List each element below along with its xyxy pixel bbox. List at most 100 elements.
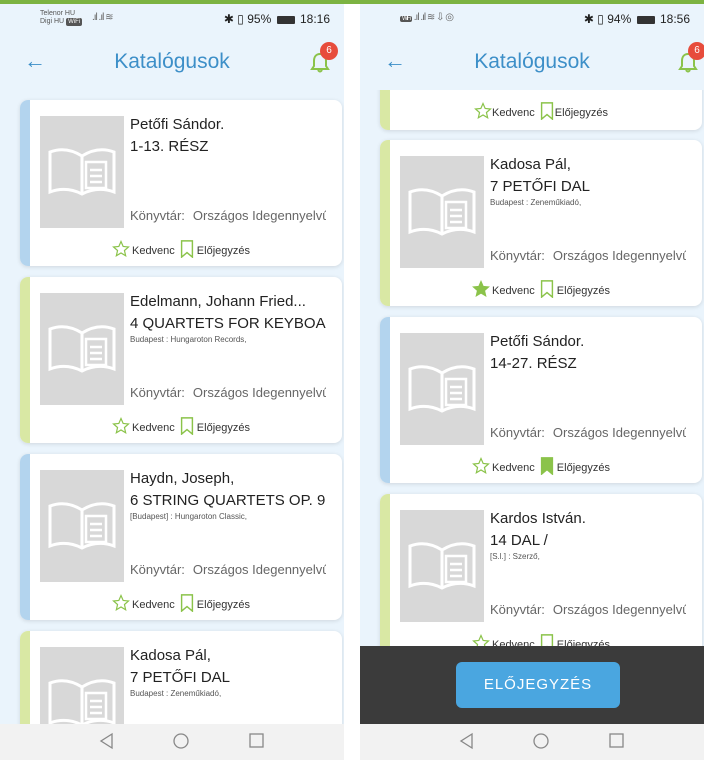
- card-publisher: Budapest : Hungaroton Records,: [130, 335, 247, 344]
- card-author: Haydn, Joseph,: [130, 470, 235, 487]
- card-publisher: [Budapest] : Hungaroton Classic,: [130, 512, 247, 521]
- reserve-button[interactable]: ELŐJEGYZÉS: [456, 662, 620, 708]
- card-publisher: Budapest : Zeneműkiadó,: [490, 198, 582, 207]
- signal-icon: .ıl .ıl ≋: [92, 12, 113, 23]
- library-value: Országos Idegennyelvű: [192, 562, 326, 577]
- catalog-list[interactable]: Kedvenc Előjegyzés Kadosa Pál, 7 PETŐFI DAL…: [360, 90, 704, 724]
- favorite-button[interactable]: Kedvenc: [112, 240, 175, 261]
- catalog-card[interactable]: Kardos István. 14 DAL / [S.l.] : Szerző, Kö…: [380, 494, 702, 660]
- app-bar: ← Katalógusok 6: [360, 32, 704, 90]
- reserve-label: Előjegyzés: [196, 244, 250, 257]
- nav-home-icon[interactable]: [532, 732, 550, 755]
- favorite-button[interactable]: Kedvenc: [474, 102, 535, 123]
- card-author: Kardos István.: [490, 510, 586, 527]
- notification-badge: 6: [320, 42, 338, 60]
- reserve-toggle[interactable]: Előjegyzés: [179, 240, 250, 261]
- nav-back-icon[interactable]: [98, 732, 114, 755]
- battery-percent: 94%: [607, 12, 632, 26]
- catalog-card[interactable]: Petőfi Sándor. 14-27. RÉSZ Könyvtár: Ország…: [380, 317, 702, 483]
- wifi-calling-icon: WiFi: [66, 18, 83, 26]
- nav-home-icon[interactable]: [172, 732, 190, 755]
- catalog-card[interactable]: Kadosa Pál, 7 PETŐFI DAL Budapest : Zenemű…: [20, 631, 342, 724]
- star-icon: [474, 102, 492, 123]
- library-label: Könyvtár:: [130, 385, 185, 400]
- battery-icon: [636, 15, 655, 24]
- book-cover-placeholder: [400, 510, 484, 622]
- favorite-button[interactable]: Kedvenc: [112, 417, 175, 438]
- clock: 18:56: [659, 12, 690, 26]
- favorite-label: Kedvenc: [131, 421, 175, 434]
- library-value: Országos Idegennyelvű: [552, 248, 686, 263]
- nav-recents-icon[interactable]: [248, 732, 264, 755]
- status-right: ✱ ▯ 95% 18:16: [224, 12, 330, 26]
- book-cover-placeholder: [40, 647, 124, 724]
- card-publisher: Budapest : Zeneműkiadó,: [130, 689, 222, 698]
- card-library: Könyvtár: Országos Idegennyelvű: [130, 208, 326, 223]
- notifications-bell-icon[interactable]: 6: [678, 42, 704, 74]
- library-label: Könyvtár:: [490, 602, 545, 617]
- reserve-toggle[interactable]: Előjegyzés: [539, 280, 610, 301]
- catalog-card[interactable]: Haydn, Joseph, 6 STRING QUARTETS OP. 9 [Bu…: [20, 454, 342, 620]
- reserve-toggle[interactable]: Előjegyzés: [179, 594, 250, 615]
- bluetooth-icon: ✱: [223, 12, 234, 26]
- page-title: Katalógusok: [114, 50, 230, 73]
- favorite-button[interactable]: Kedvenc: [112, 594, 175, 615]
- action-sheet: ELŐJEGYZÉS: [360, 646, 704, 724]
- library-label: Könyvtár:: [130, 208, 185, 223]
- catalog-list[interactable]: Petőfi Sándor. 1-13. RÉSZ Könyvtár: Országo…: [0, 90, 344, 724]
- card-actions: Kedvenc Előjegyzés: [20, 594, 342, 615]
- vibrate-icon: ▯: [597, 12, 604, 26]
- catalog-card[interactable]: Petőfi Sándor. 1-13. RÉSZ Könyvtár: Országo…: [20, 100, 342, 266]
- catalog-card-partial[interactable]: Kedvenc Előjegyzés: [380, 90, 702, 130]
- star-icon: [472, 457, 492, 478]
- library-value: Országos Idegennyelvű: [192, 208, 326, 223]
- card-title: 1-13. RÉSZ: [130, 138, 209, 155]
- favorite-label: Kedvenc: [131, 598, 175, 611]
- card-library: Könyvtár: Országos Idegennyelvű: [130, 562, 326, 577]
- reserve-toggle[interactable]: Előjegyzés: [539, 457, 610, 478]
- catalog-card[interactable]: Kadosa Pál, 7 PETŐFI DAL Budapest : Zenemű…: [380, 140, 702, 306]
- reserve-toggle[interactable]: Előjegyzés: [539, 102, 608, 123]
- card-publisher: [S.l.] : Szerző,: [490, 552, 540, 561]
- star-icon: [112, 594, 132, 615]
- reserve-label: Előjegyzés: [196, 421, 250, 434]
- reserve-label: Előjegyzés: [556, 284, 610, 297]
- card-author: Kadosa Pál,: [130, 647, 211, 664]
- operator-2: Digi HU: [40, 18, 65, 25]
- nav-back-icon[interactable]: [458, 732, 474, 755]
- reserve-label: Előjegyzés: [554, 106, 608, 119]
- bluetooth-icon: ✱: [583, 12, 594, 26]
- card-title: 4 QUARTETS FOR KEYBOARD: [130, 315, 326, 332]
- nav-recents-icon[interactable]: [608, 732, 624, 755]
- card-library: Könyvtár: Országos Idegennyelvű: [490, 248, 686, 263]
- favorite-button[interactable]: Kedvenc: [472, 457, 535, 478]
- screenshot-divider: [344, 4, 360, 760]
- star-icon: [112, 417, 132, 438]
- status-bar: Telenor HU Digi HU WiFi .ıl .ıl ≋ ✱ ▯ 95…: [0, 4, 344, 32]
- book-cover-placeholder: [40, 470, 124, 582]
- favorite-label: Kedvenc: [131, 244, 175, 257]
- notifications-bell-icon[interactable]: 6: [310, 42, 338, 74]
- book-cover-placeholder: [400, 156, 484, 268]
- favorite-button[interactable]: Kedvenc: [472, 280, 535, 301]
- library-label: Könyvtár:: [490, 425, 545, 440]
- favorite-label: Kedvenc: [491, 461, 535, 474]
- vibrate-icon: ▯: [237, 12, 244, 26]
- library-value: Országos Idegennyelvű: [192, 385, 326, 400]
- battery-icon: [276, 15, 295, 24]
- library-label: Könyvtár:: [130, 562, 185, 577]
- phone-screen-right: WiFi .ıl .ıl ≋ ⇩ ◎ ✱ ▯ 94% 18:56 ← Katal…: [360, 4, 704, 760]
- card-library: Könyvtár: Országos Idegennyelvű: [130, 385, 326, 400]
- catalog-card[interactable]: Edelmann, Johann Fried... 4 QUARTETS FOR …: [20, 277, 342, 443]
- library-value: Országos Idegennyelvű: [552, 425, 686, 440]
- operator-1: Telenor HU: [40, 10, 76, 17]
- star-icon: [472, 280, 492, 301]
- reserve-label: Előjegyzés: [196, 598, 250, 611]
- star-icon: [112, 240, 132, 261]
- notification-badge: 6: [688, 42, 704, 60]
- bookmark-icon: [179, 594, 197, 615]
- card-actions: Kedvenc Előjegyzés: [380, 102, 702, 123]
- book-cover-placeholder: [40, 116, 124, 228]
- reserve-toggle[interactable]: Előjegyzés: [179, 417, 250, 438]
- card-actions: Kedvenc Előjegyzés: [20, 417, 342, 438]
